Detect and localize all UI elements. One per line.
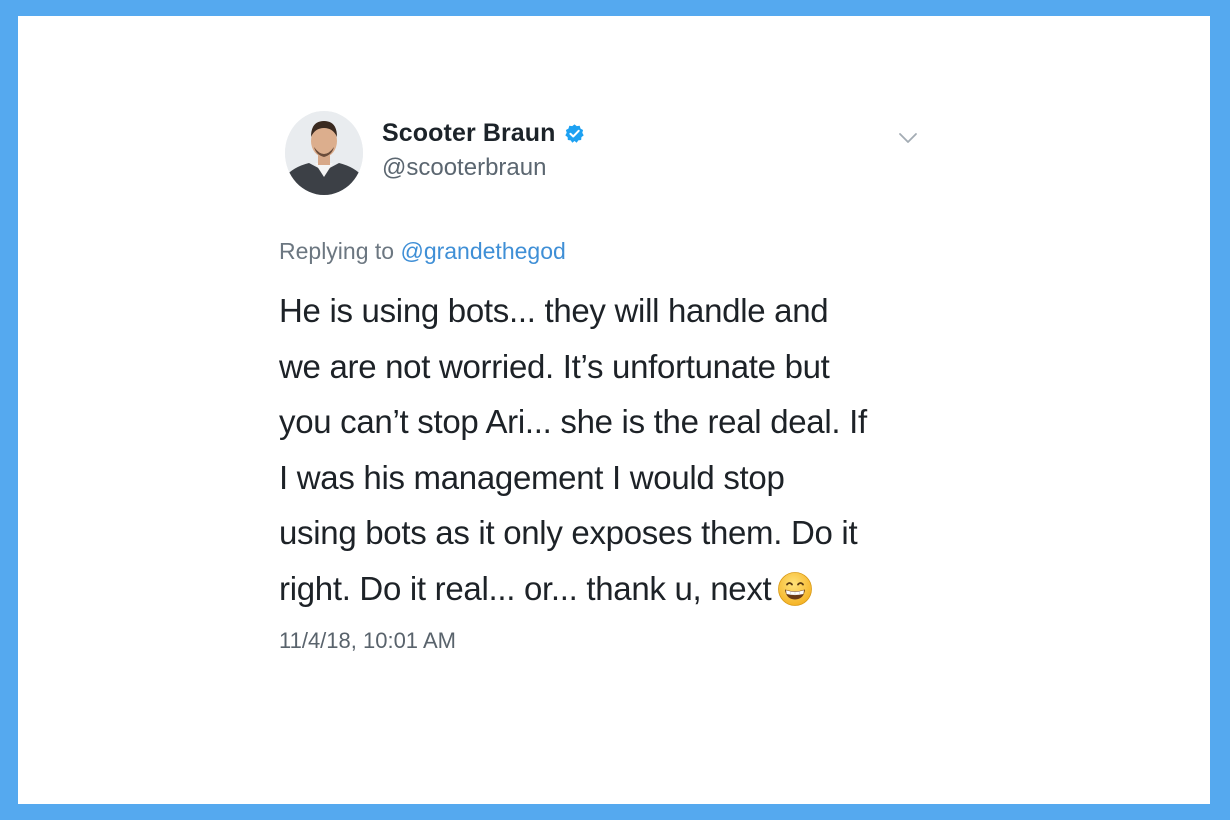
chevron-down-icon[interactable] — [896, 128, 920, 148]
tweet-line: we are not worried. It’s unfortunate but — [279, 347, 830, 385]
grinning-face-emoji-icon — [777, 568, 813, 624]
tweet-timestamp[interactable]: 11/4/18, 10:01 AM — [279, 628, 456, 654]
replying-to-line: Replying to @grandethegod — [279, 238, 566, 265]
profile-photo — [285, 111, 363, 195]
verified-badge-icon — [564, 122, 585, 151]
tweet-line-text: right. Do it real... or... thank u, next — [279, 569, 772, 607]
avatar[interactable] — [285, 111, 363, 195]
replying-to-label: Replying to — [279, 238, 395, 264]
tweet-line: using bots as it only exposes them. Do i… — [279, 514, 858, 552]
author-name-text: Scooter Braun — [382, 119, 556, 147]
tweet-last-line: right. Do it real... or... thank u, next — [279, 561, 959, 624]
tweet-line: you can’t stop Ari... she is the real de… — [279, 403, 867, 441]
author-handle[interactable]: @scooterbraun — [382, 154, 546, 182]
reply-handle-link[interactable]: @grandethegod — [400, 238, 565, 264]
author-display-name[interactable]: Scooter Braun — [382, 119, 585, 151]
tweet-line: He is using bots... they will handle and — [279, 292, 829, 329]
tweet-line: I was his management I would stop — [279, 458, 785, 496]
tweet-text: He is using bots... they will handle and… — [279, 283, 959, 624]
